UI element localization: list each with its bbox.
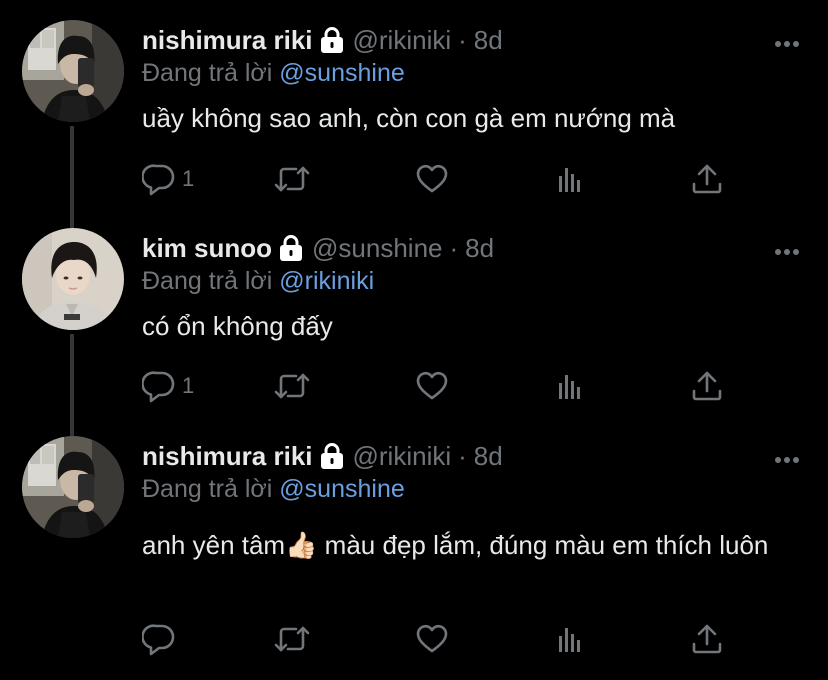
separator-dot: · <box>458 25 467 55</box>
like-button[interactable] <box>415 369 449 403</box>
action-bar: 1 <box>142 369 732 403</box>
tweet-text: anh yên tâm👍🏻 màu đẹp lắm, đúng màu em t… <box>142 530 769 560</box>
reply-prefix: Đang trả lời <box>142 475 273 503</box>
reply-icon <box>142 622 176 656</box>
thread-connector <box>70 126 74 230</box>
retweet-icon <box>274 622 310 656</box>
retweet-button[interactable] <box>274 622 310 656</box>
separator-dot: · <box>449 233 459 263</box>
tweet-header: kim sunoo @sunshine · 8d <box>142 232 494 264</box>
action-bar: 1 <box>142 162 732 196</box>
reply-context: Đang trả lời @sunshine <box>142 473 405 505</box>
display-name[interactable]: nishimura riki <box>142 24 313 56</box>
views-button[interactable] <box>553 369 587 403</box>
reply-prefix: Đang trả lời <box>142 59 273 87</box>
retweet-icon <box>274 162 310 196</box>
reply-context: Đang trả lời @rikiniki <box>142 265 374 297</box>
tweet-text: uầy không sao anh, còn con gà em nướng m… <box>142 103 676 133</box>
lock-icon <box>319 442 345 470</box>
reply-button[interactable] <box>142 622 182 656</box>
reply-mention[interactable]: @rikiniki <box>279 267 374 295</box>
separator-dot: · <box>458 441 467 471</box>
user-handle[interactable]: @rikiniki <box>353 24 452 56</box>
more-icon[interactable] <box>774 451 800 459</box>
avatar[interactable] <box>22 228 124 330</box>
more-icon[interactable] <box>774 35 800 43</box>
lock-icon <box>278 234 304 262</box>
reply-context: Đang trả lời @sunshine <box>142 57 405 89</box>
like-icon <box>415 162 449 196</box>
reply-prefix: Đang trả lời <box>142 267 273 295</box>
tweet-header: nishimura riki @rikiniki · 8d <box>142 24 503 56</box>
tweet-text: có ổn không đấy <box>142 311 333 341</box>
tweet-header: nishimura riki @rikiniki · 8d <box>142 440 503 472</box>
timestamp[interactable]: 8d <box>474 24 503 56</box>
reply-icon <box>142 369 176 403</box>
reply-button[interactable]: 1 <box>142 162 194 196</box>
share-icon <box>690 369 724 403</box>
views-button[interactable] <box>553 162 587 196</box>
action-bar <box>142 622 732 656</box>
avatar[interactable] <box>22 20 124 122</box>
reply-button[interactable]: 1 <box>142 369 194 403</box>
share-icon <box>690 622 724 656</box>
more-icon[interactable] <box>774 243 800 251</box>
reply-mention[interactable]: @sunshine <box>279 59 404 87</box>
timestamp[interactable]: 8d <box>465 232 494 264</box>
share-button[interactable] <box>690 622 724 656</box>
lock-icon <box>319 26 345 54</box>
retweet-button[interactable] <box>274 162 310 196</box>
reply-count: 1 <box>182 166 195 191</box>
views-icon <box>553 162 587 196</box>
share-button[interactable] <box>690 369 724 403</box>
reply-count: 1 <box>182 373 195 398</box>
share-icon <box>690 162 724 196</box>
like-button[interactable] <box>415 622 449 656</box>
reply-mention[interactable]: @sunshine <box>279 475 404 503</box>
timestamp[interactable]: 8d <box>474 440 503 472</box>
reply-icon <box>142 162 176 196</box>
like-icon <box>415 622 449 656</box>
retweet-button[interactable] <box>274 369 310 403</box>
retweet-icon <box>274 369 310 403</box>
views-icon <box>553 369 587 403</box>
user-handle[interactable]: @rikiniki <box>353 440 452 472</box>
like-button[interactable] <box>415 162 449 196</box>
like-icon <box>415 369 449 403</box>
share-button[interactable] <box>690 162 724 196</box>
user-handle[interactable]: @sunshine <box>312 232 442 264</box>
display-name[interactable]: nishimura riki <box>142 440 313 472</box>
thread-connector <box>70 334 74 438</box>
display-name[interactable]: kim sunoo <box>142 232 272 264</box>
views-icon <box>553 622 587 656</box>
avatar[interactable] <box>22 436 124 538</box>
views-button[interactable] <box>553 622 587 656</box>
